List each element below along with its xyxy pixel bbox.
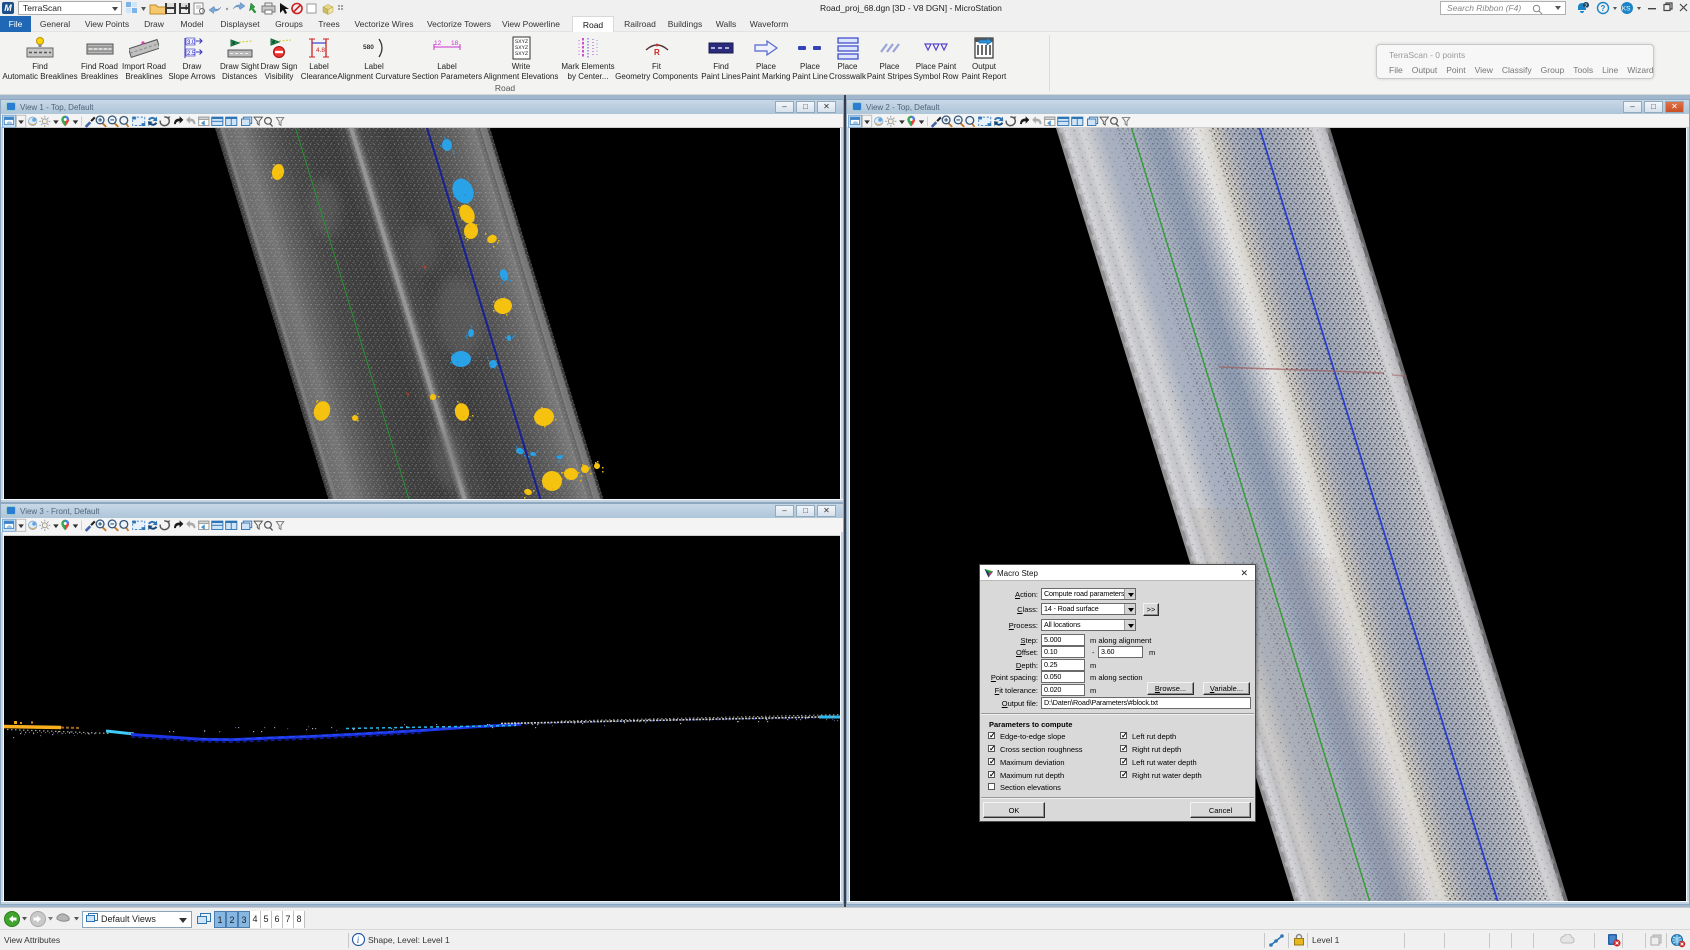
svg-text:?: ? (1601, 4, 1606, 13)
svg-text:3.0: 3.0 (187, 40, 196, 46)
svg-text:SXYZ: SXYZ (515, 50, 529, 57)
svg-text:R: R (654, 48, 660, 57)
svg-text:KS: KS (1622, 6, 1631, 13)
svg-text:12: 12 (434, 40, 442, 47)
svg-text:2.5: 2.5 (187, 51, 196, 57)
svg-text:!: ! (185, 5, 187, 12)
svg-text:580: 580 (363, 44, 374, 51)
svg-text:18: 18 (451, 40, 459, 47)
svg-text:2: 2 (1584, 4, 1587, 10)
